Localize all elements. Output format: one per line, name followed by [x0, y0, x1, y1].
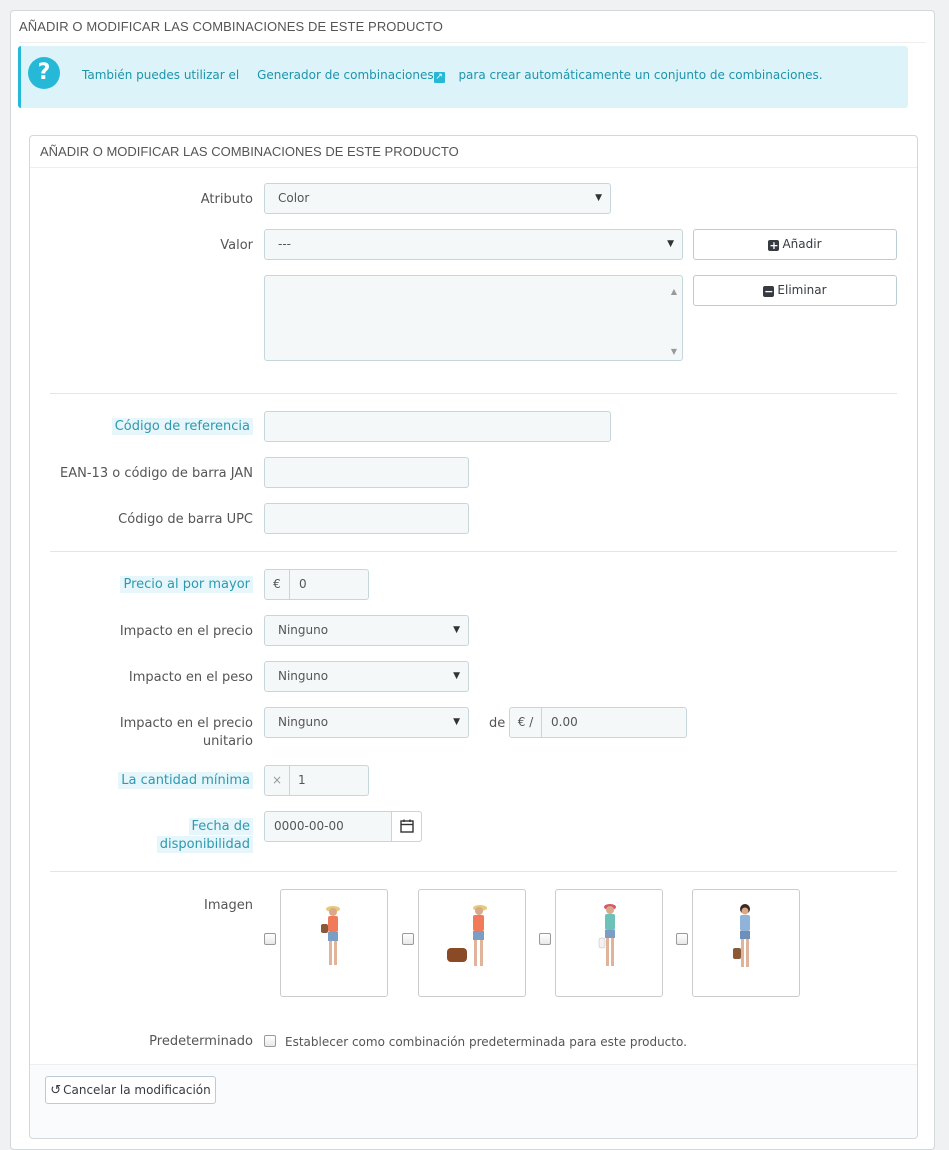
availability-date-input[interactable]: 0000-00-00 [264, 811, 422, 842]
reference-label: Código de referencia [111, 418, 253, 436]
divider [30, 167, 917, 168]
inner-panel-title: AÑADIR O MODIFICAR LAS COMBINACIONES DE … [40, 144, 459, 159]
wholesale-price-label: Precio al por mayor [120, 576, 253, 594]
price-impact-select[interactable]: Ninguno ▼ [264, 615, 469, 646]
chevron-down-icon: ▼ [453, 671, 460, 681]
availability-date-label: Fecha de disponibilidad [156, 818, 253, 854]
image-3-thumbnail[interactable] [555, 889, 663, 997]
default-checkbox[interactable] [264, 1035, 276, 1047]
minus-icon: − [763, 285, 775, 298]
weight-impact-label: Impacto en el peso [128, 670, 253, 685]
weight-impact-select[interactable]: Ninguno ▼ [264, 661, 469, 692]
image-1-checkbox[interactable] [264, 933, 276, 945]
chevron-down-icon: ▼ [595, 193, 602, 203]
image-2-thumbnail[interactable] [418, 889, 526, 997]
question-icon: ? [28, 57, 60, 89]
image-4-checkbox[interactable] [676, 933, 688, 945]
plus-icon: + [768, 239, 780, 252]
de-label: de [489, 716, 506, 731]
upc-input[interactable] [264, 503, 469, 534]
attribute-select[interactable]: Color ▼ [264, 183, 611, 214]
currency-per-addon: € / [510, 708, 542, 737]
combination-generator-link[interactable]: Generador de combinaciones ↗ [257, 68, 445, 83]
ean13-label: EAN-13 o código de barra JAN [60, 466, 253, 481]
min-quantity-input[interactable]: × 1 [264, 765, 369, 796]
info-alert: ? También puedes utilizar el Generador d… [18, 46, 908, 108]
price-impact-label: Impacto en el precio [119, 624, 253, 639]
combinations-inner-panel: AÑADIR O MODIFICAR LAS COMBINACIONES DE … [29, 135, 918, 1139]
value-select[interactable]: --- ▼ [264, 229, 683, 260]
outer-panel-title: AÑADIR O MODIFICAR LAS COMBINACIONES DE … [19, 19, 444, 34]
external-link-icon: ↗ [433, 72, 445, 83]
divider [19, 42, 926, 43]
model-photo-4 [733, 904, 750, 967]
ean13-input[interactable] [264, 457, 469, 488]
unit-price-impact-select[interactable]: Ninguno ▼ [264, 707, 469, 738]
cancel-modification-button[interactable]: ↺ Cancelar la modificación [45, 1076, 216, 1104]
divider [50, 393, 897, 394]
divider [50, 871, 897, 872]
image-1-thumbnail[interactable] [280, 889, 388, 997]
min-quantity-label: La cantidad mínima [118, 772, 253, 790]
calendar-icon[interactable] [391, 812, 421, 841]
delete-button[interactable]: − Eliminar [693, 275, 897, 306]
model-photo-2 [447, 905, 487, 966]
attributes-listbox[interactable]: ▲ ▼ [264, 275, 683, 361]
image-4-thumbnail[interactable] [692, 889, 800, 997]
undo-icon: ↺ [50, 1083, 62, 1098]
image-3-checkbox[interactable] [539, 933, 551, 945]
default-label: Predeterminado [149, 1034, 253, 1049]
image-label: Imagen [204, 898, 253, 913]
scroll-up-icon[interactable]: ▲ [671, 277, 677, 306]
wholesale-price-input[interactable]: € 0 [264, 569, 369, 600]
info-text: También puedes utilizar el Generador de … [82, 68, 823, 83]
panel-footer: ↺ Cancelar la modificación [30, 1064, 917, 1138]
chevron-down-icon: ▼ [453, 717, 460, 727]
currency-addon: € [265, 570, 290, 599]
attribute-label: Atributo [200, 192, 253, 207]
multiply-icon: × [265, 766, 290, 795]
add-button[interactable]: + Añadir [693, 229, 897, 260]
divider [50, 551, 897, 552]
value-label: Valor [220, 238, 253, 253]
default-checkbox-label[interactable]: Establecer como combinación predetermina… [285, 1033, 687, 1051]
image-2-checkbox[interactable] [402, 933, 414, 945]
chevron-down-icon: ▼ [667, 239, 674, 249]
unit-price-impact-label: Impacto en el precio unitario [119, 716, 253, 749]
model-photo-3 [598, 904, 616, 966]
model-photo-1 [321, 906, 340, 965]
upc-label: Código de barra UPC [118, 512, 253, 527]
unit-price-input[interactable]: € / 0.00 [509, 707, 687, 738]
chevron-down-icon: ▼ [453, 625, 460, 635]
info-text-after: para crear automáticamente un conjunto d… [458, 68, 823, 82]
scroll-down-icon[interactable]: ▼ [671, 345, 677, 359]
reference-input[interactable] [264, 411, 611, 442]
info-text-before: También puedes utilizar el [82, 68, 240, 82]
